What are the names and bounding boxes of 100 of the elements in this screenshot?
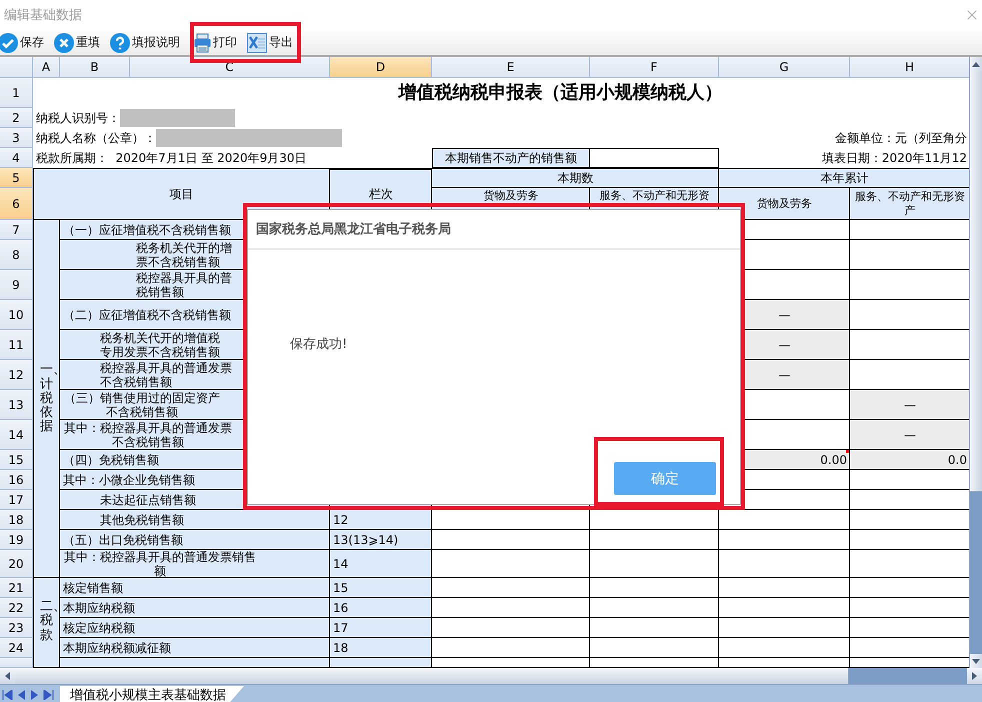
table-cell[interactable]	[432, 550, 590, 578]
table-cell[interactable]	[432, 598, 590, 618]
table-cell[interactable]	[590, 148, 719, 168]
previous-sheet-icon[interactable]	[17, 690, 26, 700]
table-cell[interactable]	[590, 618, 719, 638]
table-cell[interactable]	[432, 530, 590, 550]
amount-unit: 金额单位：元（列至角分	[835, 131, 967, 145]
row-header[interactable]: 14	[0, 420, 33, 450]
row-header[interactable]: 13	[0, 390, 33, 420]
column-header[interactable]: E	[432, 57, 590, 78]
row-header[interactable]: 17	[0, 490, 33, 510]
table-cell: 本期销售不动产的销售额	[432, 148, 590, 168]
row-header[interactable]: 21	[0, 578, 33, 598]
window-title: 编辑基础数据	[4, 7, 82, 24]
section-label: 一、计税依据	[33, 220, 60, 578]
right-arrow-icon[interactable]	[972, 672, 977, 680]
vertical-scrollbar[interactable]	[969, 57, 982, 668]
table-cell[interactable]	[590, 658, 719, 668]
item-label: 其中：税控器具开具的普通发票销售 额	[60, 550, 330, 578]
row-header[interactable]: 10	[0, 300, 33, 330]
row-header[interactable]: 24	[0, 638, 33, 658]
row-header[interactable]: 2	[0, 108, 33, 128]
table-cell[interactable]	[590, 638, 719, 658]
horizontal-scrollbar[interactable]	[0, 668, 982, 684]
table-cell[interactable]	[432, 510, 590, 530]
printer-icon	[194, 32, 211, 52]
row-header[interactable]: 3	[0, 128, 33, 148]
row-header[interactable]: 5	[0, 168, 33, 188]
table-cell[interactable]	[719, 550, 850, 578]
table-header: 本年累计	[719, 168, 970, 188]
down-arrow-icon[interactable]	[972, 658, 980, 664]
item-label: 核定应纳税额	[60, 618, 330, 638]
row-header[interactable]: 23	[0, 618, 33, 638]
row-header[interactable]: 12	[0, 360, 33, 390]
left-arrow-icon[interactable]	[5, 672, 10, 680]
table-cell[interactable]	[432, 658, 590, 668]
question-icon	[110, 32, 130, 52]
export-button[interactable]: 导出	[247, 32, 293, 52]
sheet-tab[interactable]: 增值税小规模主表基础数据	[60, 686, 244, 702]
table-cell[interactable]: 0.0	[850, 450, 970, 470]
line-number: 16	[330, 598, 432, 618]
row-header[interactable]: 15	[0, 450, 33, 470]
row-header[interactable]: 18	[0, 510, 33, 530]
table-cell[interactable]	[719, 510, 850, 530]
column-header[interactable]: G	[719, 57, 850, 78]
row-header[interactable]: 20	[0, 550, 33, 578]
table-cell[interactable]	[590, 598, 719, 618]
taxpayer-id-label: 纳税人识别号：	[36, 111, 120, 125]
table-cell[interactable]	[432, 638, 590, 658]
last-sheet-icon[interactable]	[43, 690, 54, 700]
table-cell[interactable]	[719, 598, 850, 618]
help-button[interactable]: 填报说明	[110, 32, 180, 52]
row-header[interactable]: 6	[0, 188, 33, 220]
tax-period: 税款所属期： 2020年7月1日 至 2020年9月30日	[36, 151, 307, 165]
row-header[interactable]: 7	[0, 220, 33, 240]
table-cell[interactable]	[590, 510, 719, 530]
up-arrow-icon[interactable]	[972, 62, 980, 66]
table-header: 项目	[33, 168, 330, 220]
table-cell[interactable]	[590, 578, 719, 598]
table-cell[interactable]	[590, 550, 719, 578]
fill-date: 填表日期：2020年11月12	[822, 151, 967, 165]
line-number: 17	[330, 618, 432, 638]
table-cell[interactable]	[432, 618, 590, 638]
row-header[interactable]: 8	[0, 240, 33, 270]
table-cell[interactable]: —	[850, 420, 970, 450]
item-label: 本期应纳税额	[60, 598, 330, 618]
column-header[interactable]: F	[590, 57, 719, 78]
row-header[interactable]: 9	[0, 270, 33, 300]
table-cell[interactable]	[590, 530, 719, 550]
line-number: 15	[330, 578, 432, 598]
first-sheet-icon[interactable]	[2, 690, 13, 700]
table-cell[interactable]	[719, 658, 850, 668]
print-button[interactable]: 打印	[194, 32, 237, 52]
item-label: 其他免税销售额	[60, 510, 330, 530]
check-icon	[0, 32, 18, 52]
save-button[interactable]: 保存	[0, 32, 44, 52]
table-cell[interactable]: —	[850, 390, 970, 420]
row-header[interactable]: 11	[0, 330, 33, 360]
row-header[interactable]: 19	[0, 530, 33, 550]
item-label: （五）出口免税销售额	[60, 530, 330, 550]
taxpayer-name-label: 纳税人名称（公章）：	[36, 131, 156, 145]
next-sheet-icon[interactable]	[30, 690, 39, 700]
table-cell[interactable]	[719, 530, 850, 550]
table-cell[interactable]	[719, 578, 850, 598]
column-header[interactable]: H	[850, 57, 970, 78]
table-cell[interactable]	[719, 638, 850, 658]
table-cell[interactable]	[719, 618, 850, 638]
column-header[interactable]: A	[33, 57, 60, 78]
spreadsheet-icon	[247, 32, 267, 52]
reset-button[interactable]: 重填	[54, 32, 100, 52]
table-header: 货物及劳务	[719, 188, 850, 220]
row-header[interactable]: 16	[0, 470, 33, 490]
row-header[interactable]: 22	[0, 598, 33, 618]
line-number: 13(13⩾14)	[330, 530, 432, 550]
row-header[interactable]: 1	[0, 78, 33, 108]
item-label: 本期应纳税额减征额	[60, 638, 330, 658]
column-header[interactable]: D	[330, 57, 432, 78]
column-header[interactable]: B	[60, 57, 130, 78]
table-cell[interactable]	[432, 578, 590, 598]
row-header[interactable]: 4	[0, 148, 33, 168]
